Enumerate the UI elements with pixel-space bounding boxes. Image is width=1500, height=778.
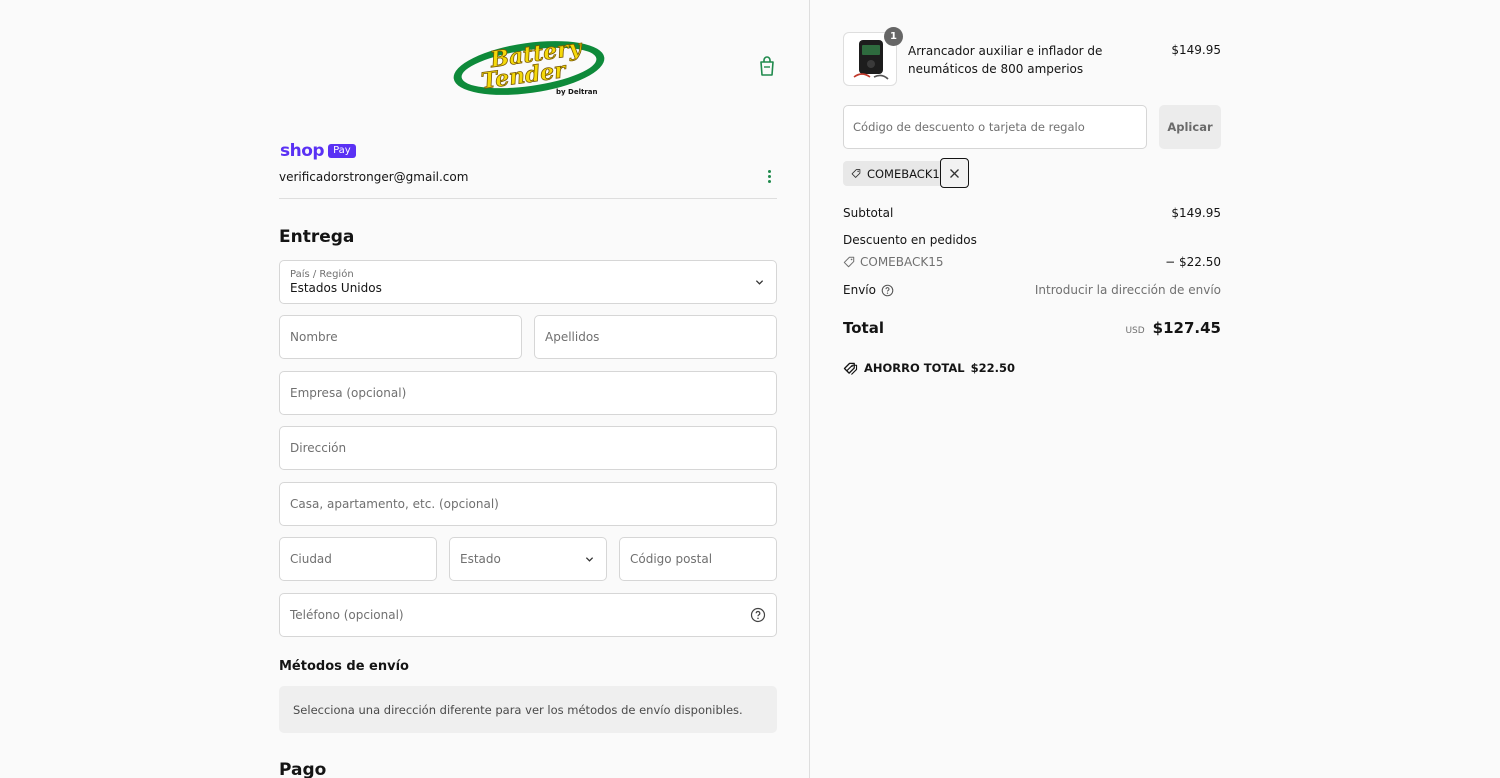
order-discount-detail-row: COMEBACK15 − $22.50 (843, 255, 1221, 269)
applied-discount-code: COMEBACK15 (866, 166, 947, 181)
state-select[interactable]: Estado (449, 537, 607, 581)
discount-code-placeholder: Código de descuento o tarjeta de regalo (853, 120, 1085, 134)
savings-label: AHORRO TOTAL (864, 361, 965, 375)
help-circle-icon[interactable] (881, 284, 894, 297)
order-discount-value: − $22.50 (1165, 255, 1221, 269)
order-discount-code: COMEBACK15 (860, 255, 944, 269)
savings-tag-icon (843, 362, 858, 375)
delivery-heading: Entrega (279, 227, 355, 247)
kebab-menu-icon[interactable] (762, 166, 776, 186)
subtotal-value: $149.95 (1171, 206, 1221, 220)
company-field[interactable]: Empresa (opcional) (279, 371, 777, 415)
product-price: $149.95 (1171, 43, 1221, 57)
shipping-methods-notice: Selecciona una dirección diferente para … (279, 686, 777, 733)
company-placeholder: Empresa (opcional) (290, 386, 407, 400)
logo-byline: by Deltran (556, 88, 597, 96)
product-title: Arrancador auxiliar e inflador de neumát… (908, 44, 1103, 76)
postal-code-field[interactable]: Código postal (619, 537, 777, 581)
last-name-field[interactable]: Apellidos (534, 315, 777, 359)
discount-code-input[interactable]: Código de descuento o tarjeta de regalo (843, 105, 1147, 149)
last-name-placeholder: Apellidos (545, 330, 600, 344)
tag-icon (843, 256, 855, 268)
city-field[interactable]: Ciudad (279, 537, 437, 581)
chevron-down-icon (755, 280, 764, 285)
order-discount-label: Descuento en pedidos (843, 233, 977, 247)
order-discount-row: Descuento en pedidos (843, 233, 1221, 247)
help-circle-icon[interactable] (750, 607, 766, 623)
phone-placeholder: Teléfono (opcional) (290, 608, 404, 622)
total-row: Total USD $127.45 (843, 319, 1221, 337)
address-field[interactable]: Dirección (279, 426, 777, 470)
first-name-field[interactable]: Nombre (279, 315, 522, 359)
shoppay-chip: Pay (328, 144, 356, 158)
shipping-methods-message: Selecciona una dirección diferente para … (293, 702, 743, 717)
address-placeholder: Dirección (290, 441, 347, 455)
remove-discount-button[interactable] (940, 158, 969, 188)
shoppay-logo: shop Pay (280, 141, 356, 161)
total-currency: USD (1125, 326, 1145, 336)
shipping-label: Envío (843, 283, 876, 297)
total-savings: AHORRO TOTAL $22.50 (843, 361, 1015, 375)
postal-code-placeholder: Código postal (630, 552, 713, 566)
apply-discount-button[interactable]: Aplicar (1159, 105, 1221, 149)
payment-heading: Pago (279, 760, 327, 778)
apartment-placeholder: Casa, apartamento, etc. (opcional) (290, 497, 499, 511)
country-value: Estados Unidos (290, 281, 382, 295)
phone-field[interactable]: Teléfono (opcional) (279, 593, 777, 637)
subtotal-label: Subtotal (843, 206, 894, 220)
state-label: Estado (460, 552, 501, 566)
shipping-row: Envío Introducir la dirección de envío (843, 283, 1221, 297)
account-email: verificadorstronger@gmail.com (279, 170, 469, 184)
subtotal-row: Subtotal $149.95 (843, 206, 1221, 220)
shipping-methods-heading: Métodos de envío (279, 659, 409, 674)
chevron-down-icon (585, 557, 594, 562)
apartment-field[interactable]: Casa, apartamento, etc. (opcional) (279, 482, 777, 526)
shoppay-word: shop (280, 141, 325, 161)
city-placeholder: Ciudad (290, 552, 332, 566)
applied-discount-chip: COMEBACK15 (843, 161, 947, 186)
checkout-form-panel: Battery Tender by Deltran shop Pay verif… (0, 0, 810, 778)
shopping-bag-icon[interactable] (757, 55, 777, 77)
country-label: País / Región (290, 269, 354, 280)
quantity-badge: 1 (884, 27, 903, 46)
close-icon (950, 168, 959, 178)
first-name-placeholder: Nombre (290, 330, 338, 344)
divider (279, 198, 777, 199)
country-select[interactable]: País / Región Estados Unidos (279, 260, 777, 304)
total-value: $127.45 (1152, 319, 1221, 337)
battery-tender-logo[interactable]: Battery Tender by Deltran (450, 32, 608, 98)
savings-value: $22.50 (970, 361, 1015, 375)
shipping-value: Introducir la dirección de envío (1034, 283, 1221, 297)
tag-icon (851, 169, 861, 178)
total-label: Total (843, 319, 884, 337)
